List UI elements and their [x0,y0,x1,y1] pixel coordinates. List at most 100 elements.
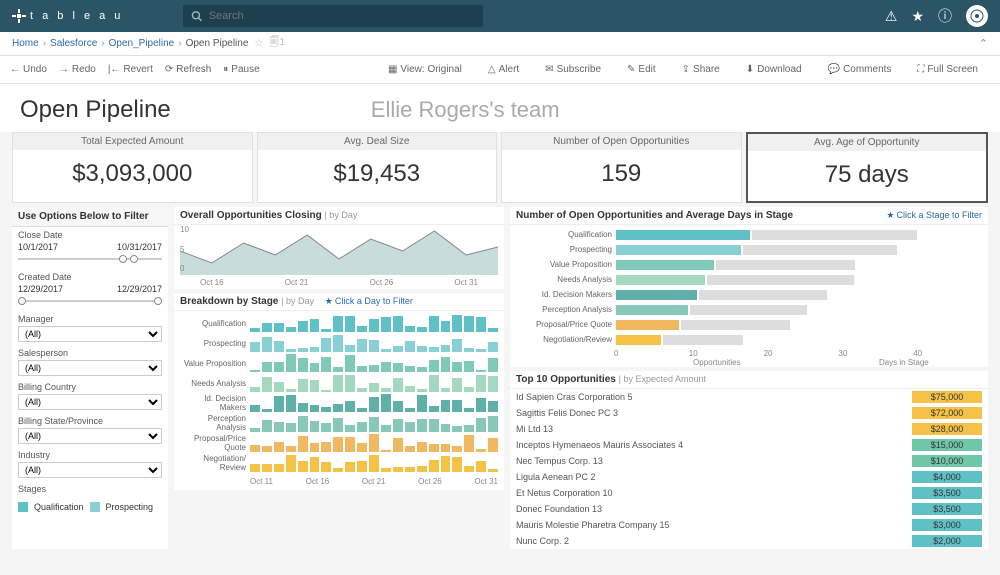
stage-row[interactable]: Proposal/Price Quote [180,433,498,453]
stage-row[interactable]: Id. Decision Makers [180,393,498,413]
stage-row[interactable]: Value Proposition [180,353,498,373]
tableau-logo[interactable]: t a b l e a u [12,9,123,23]
page-title: Open Pipeline [20,96,171,124]
stage-filter-link[interactable]: Click a Stage to Filter [886,210,982,221]
info-icon[interactable]: ⓘ [938,6,952,26]
refresh-button[interactable]: ⟳ Refresh [165,64,211,75]
stage-row[interactable]: Negotiation/ Review [180,453,498,473]
title-row: Open Pipeline Ellie Rogers's team [0,84,1000,132]
kpi-value: 159 [502,160,741,188]
comments-button[interactable]: 💬 Comments [828,64,892,75]
opportunity-row[interactable]: Donec Foundation 13$3,500 [510,501,988,517]
search-box[interactable] [183,5,483,27]
opportunity-row[interactable]: Id Sapien Cras Corporation 5$75,000 [510,389,988,405]
kpi-label: Avg. Deal Size [258,133,497,150]
stage-name: Prospecting [180,339,250,348]
crumb-current: Open Pipeline [186,38,249,49]
stage-name: Perception Analysis [180,414,250,432]
opportunity-row[interactable]: Mi Ltd 13$28,000 [510,421,988,437]
opportunity-row[interactable]: Ligula Aenean PC 2$4,000 [510,469,988,485]
legend-swatch [90,502,100,512]
close-date-slider[interactable] [18,254,162,264]
kpi-label: Number of Open Opportunities [502,133,741,150]
kpi-value: 75 days [748,161,987,189]
star-icon[interactable]: ☆ [254,38,263,49]
hbar-row[interactable]: Prospecting [516,242,982,257]
stage-name: Proposal/Price Quote [180,434,250,452]
stage-row[interactable]: Prospecting [180,333,498,353]
kpi-row: Total Expected Amount$3,093,000Avg. Deal… [0,132,1000,203]
crumb-salesforce[interactable]: Salesforce [50,38,97,49]
legend-label: Prospecting [106,502,154,512]
created-date-slider[interactable] [18,296,162,306]
hbar-row[interactable]: Perception Analysis [516,302,982,317]
kpi-card[interactable]: Number of Open Opportunities 159 [501,132,742,203]
top-opps-panel: Top 10 Opportunities | by Expected Amoun… [510,371,988,549]
subscribe-button[interactable]: ✉ Subscribe [545,64,601,75]
hbar-row[interactable]: Proposal/Price Quote [516,317,982,332]
hbar-row[interactable]: Needs Analysis [516,272,982,287]
favorite-icon[interactable]: ★ [911,8,924,25]
opportunity-row[interactable]: Sagittis Felis Donec PC 3$72,000 [510,405,988,421]
alert-icon[interactable]: ⚠ [885,8,898,25]
hbar-row[interactable]: Value Proposition [516,257,982,272]
open-by-stage-panel: Number of Open Opportunities and Average… [510,207,988,367]
breadcrumb: Home› Salesforce› Open_Pipeline› Open Pi… [0,32,1000,56]
collapse-icon[interactable]: ⌃ [979,37,988,50]
toolbar: ← Undo → Redo |← Revert ⟳ Refresh ⏸ Paus… [0,56,1000,84]
stage-name: Qualification [180,319,250,328]
crumb-open-pipeline-ws[interactable]: Open_Pipeline [109,38,175,49]
views-badge[interactable]: 🗐1 [269,35,285,52]
stage-name: Needs Analysis [180,379,250,388]
top-bar: t a b l e a u ⚠ ★ ⓘ [0,0,1000,32]
stage-row[interactable]: Needs Analysis [180,373,498,393]
search-input[interactable] [209,10,476,22]
legend-swatch [18,502,28,512]
opportunity-row[interactable]: Nunc Corp. 2$2,000 [510,533,988,549]
redo-button[interactable]: → Redo [59,64,96,75]
logo-icon [12,9,26,23]
kpi-label: Avg. Age of Opportunity [748,134,987,151]
hbar-row[interactable]: Id. Decision Makers [516,287,982,302]
stage-row[interactable]: Qualification [180,313,498,333]
fullscreen-button[interactable]: ⛶ Full Screen [917,64,978,75]
filter-panel: Use Options Below to Filter Close Date 1… [12,207,168,549]
overall-area-chart[interactable]: 1050 Oct 16Oct 21Oct 26Oct 31 [174,225,504,289]
share-button[interactable]: ⇪ Share [682,64,720,75]
overall-chart-panel: Overall Opportunities Closing | by Day 1… [174,207,504,289]
search-icon [191,10,202,22]
kpi-card[interactable]: Avg. Deal Size$19,453 [257,132,498,203]
close-date-label: Close Date [18,230,162,240]
opportunity-row[interactable]: Inceptos Hymenaeos Mauris Associates 4$1… [510,437,988,453]
opportunity-row[interactable]: Mauris Molestie Pharetra Company 15$3,00… [510,517,988,533]
undo-button[interactable]: ← Undo [10,64,47,75]
kpi-value: $3,093,000 [13,160,252,188]
avatar[interactable] [966,5,988,27]
opportunity-row[interactable]: Nec Tempus Corp. 13$10,000 [510,453,988,469]
filter-link[interactable]: Click a Day to Filter [325,296,413,306]
industry-select[interactable]: (All) [18,462,162,478]
salesperson-select[interactable]: (All) [18,360,162,376]
stage-name: Id. Decision Makers [180,394,250,412]
billing-state-select[interactable]: (All) [18,428,162,444]
alert-button[interactable]: △ Alert [488,64,519,75]
manager-select[interactable]: (All) [18,326,162,342]
download-button[interactable]: ⬇ Download [746,64,802,75]
hbar-row[interactable]: Negotiation/Review [516,332,982,347]
stage-name: Value Proposition [180,359,250,368]
brand-text: t a b l e a u [30,10,123,22]
kpi-card[interactable]: Total Expected Amount $3,093,000 [12,132,253,203]
stage-name: Negotiation/ Review [180,454,250,472]
pause-button[interactable]: ⏸ Pause [223,64,259,75]
stage-row[interactable]: Perception Analysis [180,413,498,433]
crumb-home[interactable]: Home [12,38,39,49]
billing-country-select[interactable]: (All) [18,394,162,410]
kpi-card[interactable]: Avg. Age of Opportunity 75 days [746,132,989,203]
breakdown-panel: Breakdown by Stage | by Day Click a Day … [174,293,504,490]
revert-button[interactable]: |← Revert [108,64,153,75]
edit-button[interactable]: ✎ Edit [627,64,656,75]
opportunity-row[interactable]: Et Netus Corporation 10$3,500 [510,485,988,501]
kpi-label: Total Expected Amount [13,133,252,150]
hbar-row[interactable]: Qualification [516,227,982,242]
view-button[interactable]: ▦ View: Original [388,64,462,75]
